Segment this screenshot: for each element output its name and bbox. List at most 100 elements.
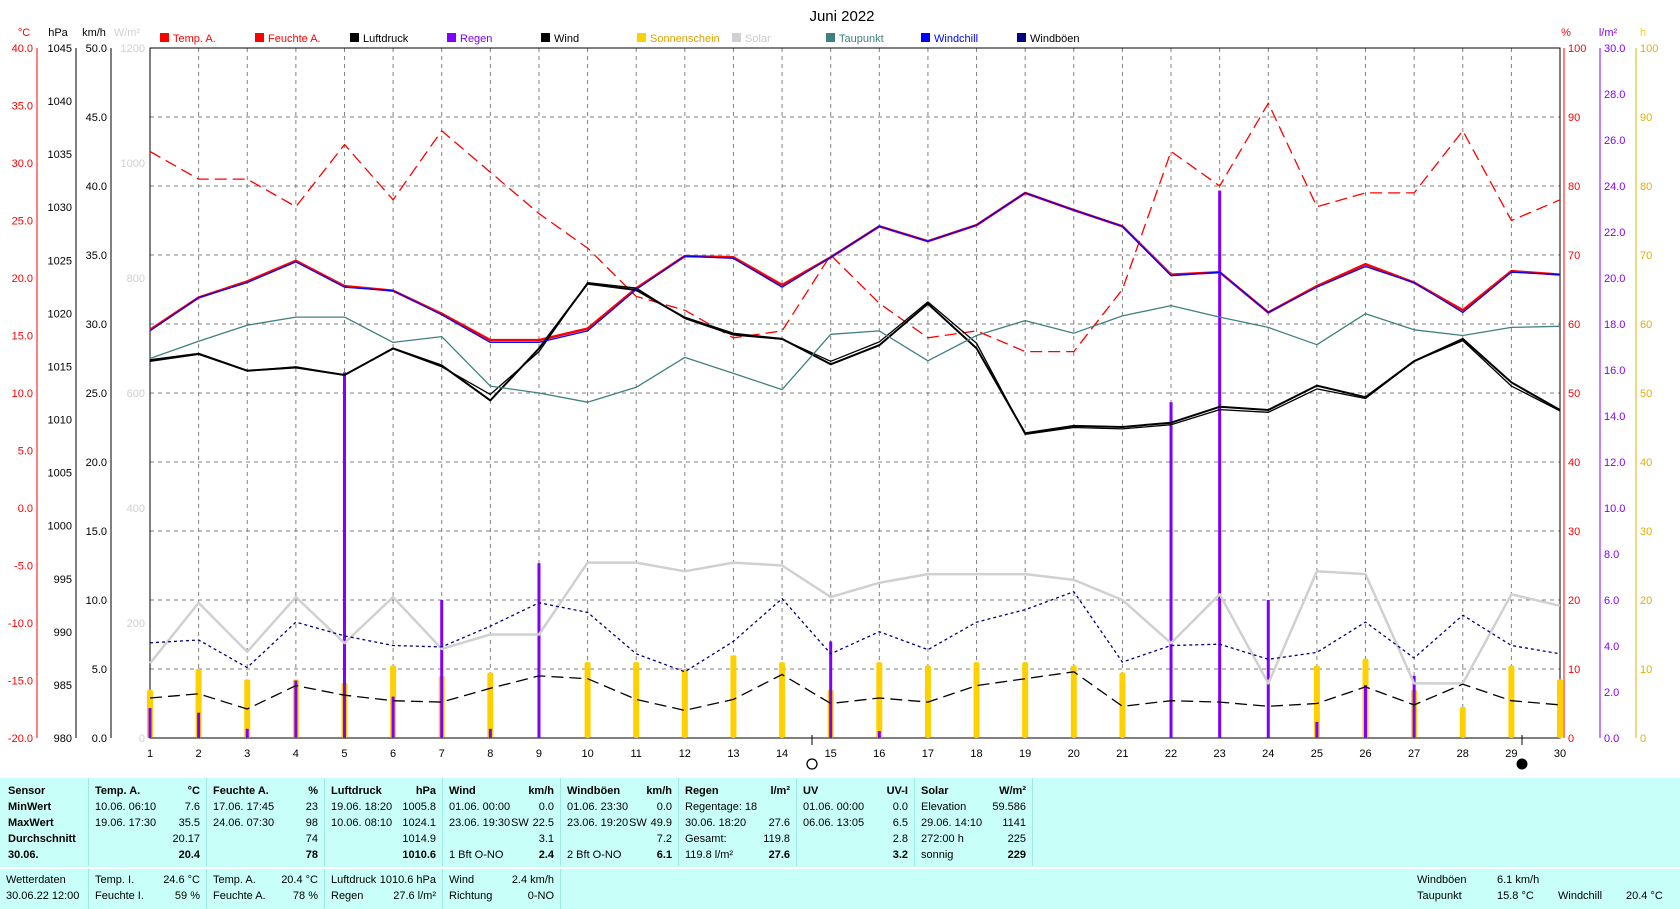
axis-unit-4: % <box>1561 27 1571 39</box>
axis-unit-3: W/m² <box>114 27 141 39</box>
humidity_pct-tick-5: 50 <box>1568 388 1580 400</box>
humidity_pct-tick-7: 30 <box>1568 526 1580 538</box>
legend-label-5: Sonnenschein <box>650 33 720 45</box>
panel-sensor: Sensor MinWert MaxWert Durchschnitt 30.0… <box>0 778 89 866</box>
humidity_pct-tick-4: 60 <box>1568 319 1580 331</box>
temp-max-value: 35.5 <box>178 817 200 829</box>
temp-min-date: 10.06. 06:10 <box>95 801 157 813</box>
stats-table: Sensor MinWert MaxWert Durchschnitt 30.0… <box>0 778 1680 867</box>
temp_c-tick-5: 15.0 <box>12 331 33 343</box>
wind_kmh-tick-1: 45.0 <box>86 112 107 124</box>
sun_h-tick-1: 90 <box>1640 112 1652 124</box>
feuchte-max-value: 98 <box>305 817 318 829</box>
x-tick-26: 26 <box>1359 748 1371 760</box>
boeen-day-label: 2 Bft O-NO <box>567 849 622 861</box>
x-tick-5: 5 <box>341 748 347 760</box>
sensor-row-day: 30.06. <box>8 849 39 861</box>
feuchte-header: Feuchte A. <box>213 785 269 797</box>
temp_c-tick-2: 30.0 <box>12 158 33 170</box>
wind-day-label: 1 Bft O-NO <box>449 849 504 861</box>
series-line-5 <box>149 192 1561 344</box>
sensor-row-avg: Durchschnitt <box>8 833 76 845</box>
boeen-unit: km/h <box>646 785 672 797</box>
temp-max-date: 19.06. 17:30 <box>95 817 157 829</box>
regen-r2-label: 30.06. 18:20 <box>685 817 747 829</box>
x-tick-20: 20 <box>1068 748 1080 760</box>
feuchte-a-value: 78 % <box>292 890 318 902</box>
temp-i-value: 24.6 °C <box>163 874 200 886</box>
rain-bar-5 <box>342 372 346 738</box>
regen-r2-value: 27.6 <box>768 817 790 829</box>
temp-a-label: Temp. A. <box>213 874 256 886</box>
rain_lm2-tick-13: 4.0 <box>1604 641 1619 653</box>
temp_c-tick-11: -15.0 <box>8 676 33 688</box>
pressure_hpa-tick-1: 1040 <box>48 96 72 108</box>
boeen-header: Windböen <box>567 785 621 797</box>
axis-unit-0: °C <box>18 27 30 39</box>
solar_wm2-tick-3: 600 <box>127 388 145 400</box>
wind-label: Wind <box>449 874 475 886</box>
weather-chart: Juni 2022 °C hPa km/h W/m²% l/m² h Temp. A. Fe… <box>8 8 1658 770</box>
pressure_hpa-tick-13: 980 <box>54 733 72 745</box>
solar-r3-value: 225 <box>1007 833 1026 845</box>
temp-avg-value: 20.17 <box>172 833 200 845</box>
boeen-max-value: 49.9 <box>650 817 672 829</box>
pressure_hpa-tick-10: 995 <box>54 574 72 586</box>
solar_wm2-tick-5: 200 <box>127 618 145 630</box>
panel-wind: Wind km/h 01.06. 00:00 0.0 23.06. 19:30 SW 22.… <box>443 778 561 866</box>
x-axis: 1 2 3 4 5 6 7 8 9 10 11 12 13 14 15 16 17 18 19 20 21 22 23 24 2… <box>147 748 1566 760</box>
rain_lm2-tick-4: 22.0 <box>1604 227 1625 239</box>
temp_c-tick-12: -20.0 <box>8 733 33 745</box>
rain-bar-24 <box>1266 600 1270 738</box>
uv-max-date: 06.06. 13:05 <box>803 817 865 829</box>
solar_wm2-tick-1: 1000 <box>121 158 145 170</box>
panel-boeen: Windböen km/h 01.06. 23:30 0.0 23.06. 19:20 S… <box>561 778 679 866</box>
regen-r3-label: Gesamt: <box>685 833 727 845</box>
x-tick-13: 13 <box>727 748 739 760</box>
lines-layer <box>149 102 1561 712</box>
temp_c-tick-0: 40.0 <box>12 43 33 55</box>
series-line-8 <box>149 671 1561 712</box>
uv-min-date: 01.06. 00:00 <box>803 801 865 813</box>
uv-avg-value: 2.8 <box>892 833 908 845</box>
legend-label-8: Windchill <box>934 33 978 45</box>
sun_h-tick-0: 100 <box>1640 43 1658 55</box>
datetime-value: 30.06.22 12:00 <box>6 890 80 902</box>
humidity_pct-tick-10: 0 <box>1568 733 1574 745</box>
wind_kmh-tick-2: 40.0 <box>86 181 107 193</box>
boeen-min-date: 01.06. 23:30 <box>567 801 629 813</box>
temp_c-tick-8: 0.0 <box>18 503 33 515</box>
sun_h-tick-2: 80 <box>1640 181 1652 193</box>
boeen-value: 6.1 km/h <box>1497 874 1540 886</box>
feuchte-min-value: 23 <box>305 801 318 813</box>
regen-label: Regen <box>331 890 364 902</box>
rain-bar-16 <box>877 731 881 738</box>
sun-bar-19 <box>1022 662 1029 738</box>
boeen-avg-value: 7.2 <box>656 833 672 845</box>
solar_wm2-tick-0: 1200 <box>121 43 145 55</box>
rain-bar-6 <box>391 696 395 738</box>
regen-day-label: 119.8 l/m² <box>685 849 734 861</box>
series-line-6 <box>149 561 1561 685</box>
uv-unit: UV-I <box>886 785 908 797</box>
legend-label-1: Feuchte A. <box>268 33 321 45</box>
axis-unit-6: h <box>1640 27 1646 39</box>
regen-header: Regen <box>685 785 719 797</box>
solar_wm2-tick-6: 0 <box>139 733 145 745</box>
sun_h-tick-6: 40 <box>1640 457 1652 469</box>
sun-bar-16 <box>876 662 883 738</box>
feuchte-max-date: 24.06. 07:30 <box>213 817 275 829</box>
sun_h-tick-7: 30 <box>1640 526 1652 538</box>
regen-r3-value: 119.8 <box>763 833 790 845</box>
regen-unit: l/m² <box>770 785 790 797</box>
x-tick-21: 21 <box>1116 748 1128 760</box>
solar-r2-label: 29.06. 14:10 <box>921 817 983 829</box>
humidity_pct-tick-0: 100 <box>1568 43 1586 55</box>
pressure_hpa-tick-6: 1015 <box>48 361 72 373</box>
temp_c-tick-9: -5.0 <box>14 561 33 573</box>
panel-luftdruck: Luftdruck hPa 19.06. 18:20 1005.8 10.06. 08:… <box>325 778 443 866</box>
sun-bar-28 <box>1459 706 1466 738</box>
sun-bar-12 <box>681 669 688 738</box>
luftdruck-max-value: 1024.1 <box>402 817 436 829</box>
uv-min-value: 0.0 <box>892 801 908 813</box>
